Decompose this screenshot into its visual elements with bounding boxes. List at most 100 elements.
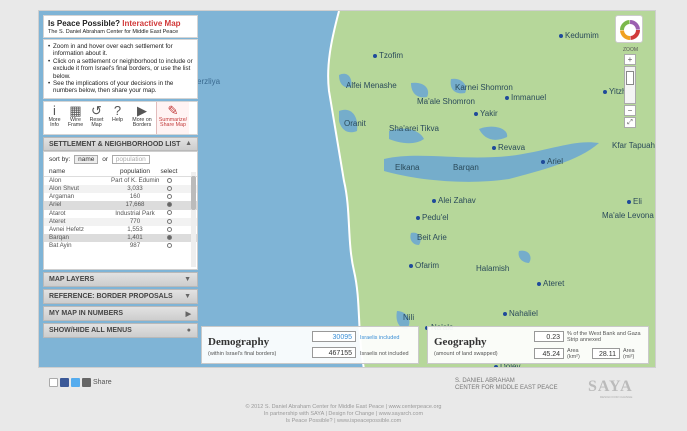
settlement-marker[interactable]: Ariel [541,157,563,166]
settlement-name: Atarot [49,209,66,217]
settlement-dot-icon [503,311,507,316]
list-item[interactable]: Alon Shvut 3,033 [44,185,197,194]
settlement-marker[interactable]: Tzofim [373,51,403,60]
settlement-label: Kedumim [565,31,599,40]
geography-subtitle: (amount of land swapped) [434,351,498,357]
more-info-button[interactable]: i More Info [44,102,65,134]
twitter-icon[interactable] [71,378,80,387]
settlement-marker[interactable]: Nahaliel [503,309,538,318]
settlement-marker[interactable]: Ma'ale Shomron [417,97,475,106]
email-icon[interactable] [49,378,58,387]
share-icon[interactable] [82,378,91,387]
select-radio[interactable] [166,210,172,216]
facebook-icon[interactable] [60,378,69,387]
border-proposals-menu[interactable]: REFERENCE: BORDER PROPOSALS ▼ [43,288,198,304]
my-map-numbers-menu[interactable]: MY MAP IN NUMBERS ▶ [43,305,198,321]
saya-tagline: DESIGN FOR CHANGE [600,395,633,399]
settlement-label: Eli [633,197,642,206]
fullscreen-icon[interactable]: ⤢ [624,117,636,128]
list-item[interactable]: Barqan 1,401 [44,234,197,243]
settlement-marker[interactable]: Beit Arie [417,233,447,242]
settlement-population: Part of K. Edumim [111,176,159,184]
list-item[interactable]: Alon Part of K. Edumim [44,177,197,185]
settlement-name: Ateret [49,217,66,225]
settlement-dot-icon [537,281,541,286]
list-item[interactable]: Argaman 160 [44,193,197,201]
settlement-marker[interactable]: Ma'ale Levona [602,211,654,220]
summarize-share-button[interactable]: ✎ Summarize/ Share Map [156,101,189,134]
settlement-list-header[interactable]: SETTLEMENT & NEIGHBORHOOD LIST ▲ [43,136,198,151]
list-item[interactable]: Avnei Hefetz 1,553 [44,226,197,234]
panel-header: Is Peace Possible? Interactive Map The S… [43,15,198,38]
select-radio[interactable] [166,235,172,241]
show-hide-menus-toggle[interactable]: SHOW/HIDE ALL MENUS ● [43,322,198,338]
list-item[interactable]: Ariel 17,668 [44,201,197,210]
settlement-marker[interactable]: Karnei Shomron [455,83,513,92]
settlement-marker[interactable]: Eli [627,197,642,206]
share-bar: Share [49,378,112,387]
settlement-marker[interactable]: Ateret [537,279,564,288]
settlement-label: Halamish [476,264,510,273]
settlement-population: 770 [129,217,141,225]
select-radio[interactable] [166,177,172,183]
settlement-population: 3,033 [127,185,143,193]
settlement-marker[interactable]: Barqan [453,163,479,172]
list-columns: name population select [44,167,197,177]
settlement-marker[interactable]: Immanuel [505,93,546,102]
zoom-in-button[interactable]: + [624,54,636,65]
list-item[interactable]: Atarot Industrial Park [44,210,197,218]
select-radio[interactable] [166,194,172,200]
select-radio[interactable] [166,243,172,249]
sort-by-name-button[interactable]: name [74,154,99,164]
settlement-population: 1,553 [127,225,143,233]
map-layers-menu[interactable]: MAP LAYERS ▼ [43,271,198,287]
scrollbar-thumb[interactable] [191,175,196,210]
zoom-out-button[interactable]: − [624,105,636,116]
list-scrollbar[interactable] [191,171,196,267]
settlement-marker[interactable]: Ofarim [409,261,439,270]
settlement-label: Immanuel [511,93,547,102]
settlement-marker[interactable]: Yakir [474,109,498,118]
share-label[interactable]: Share [93,379,112,386]
settlement-marker[interactable]: Kfar Tapuah [612,141,655,150]
zoom-slider[interactable] [624,66,636,104]
select-radio[interactable] [166,226,172,232]
settlement-marker[interactable]: Halamish [476,264,509,273]
chevron-down-icon: ▼ [184,292,191,300]
settlement-marker[interactable]: Elkana [395,163,419,172]
settlement-label: Barqan [453,163,479,172]
select-radio[interactable] [166,202,172,208]
settlement-marker[interactable]: Kedumim [559,31,599,40]
list-item[interactable]: Ateret 770 [44,217,197,226]
settlement-dot-icon [409,263,413,268]
settlement-marker[interactable]: Revava [492,143,525,152]
settlement-marker[interactable]: Pedu'el [416,213,448,222]
settlement-label: Oranit [344,119,366,128]
settlement-population: 160 [129,193,141,201]
chevron-down-icon: ▼ [184,275,191,283]
annexed-percent-value: 0.23 [534,331,564,342]
left-panel: Is Peace Possible? Interactive Map The S… [43,15,198,367]
saya-logo: SAYA [588,378,633,395]
wire-frame-button[interactable]: ▦ Wire Frame [65,102,86,134]
reset-map-button[interactable]: ↺ Reset Map [86,102,107,134]
settlement-label: Yakir [480,109,498,118]
select-radio[interactable] [166,185,172,191]
select-radio[interactable] [166,218,172,224]
zoom-slider-handle[interactable] [626,71,634,85]
settlement-marker[interactable]: Nili [403,313,414,322]
settlement-marker[interactable]: Sha'arei Tikva [389,124,439,133]
settlement-label: Alei Zahav [438,196,476,205]
instruction-item: Zoom in and hover over each settlement f… [48,43,193,58]
settlement-dot-icon [416,215,420,220]
help-button[interactable]: ? Help [107,102,128,134]
settlement-marker[interactable]: Oranit [344,119,366,128]
settlement-marker[interactable]: Alfei Menashe [346,81,397,90]
settlement-marker[interactable]: Alei Zahav [432,196,476,205]
list-rows: Alon Part of K. Edumim Alon Shvut 3,033 Arga… [44,177,197,253]
app-title: Is Peace Possible? Interactive Map [48,19,181,28]
zoom-label: ZOOM [623,47,638,53]
more-on-borders-button[interactable]: ▶ More on Borders [128,102,156,134]
sort-by-population-button[interactable]: population [111,154,150,164]
list-item[interactable]: Bat Ayin 987 [44,242,197,250]
